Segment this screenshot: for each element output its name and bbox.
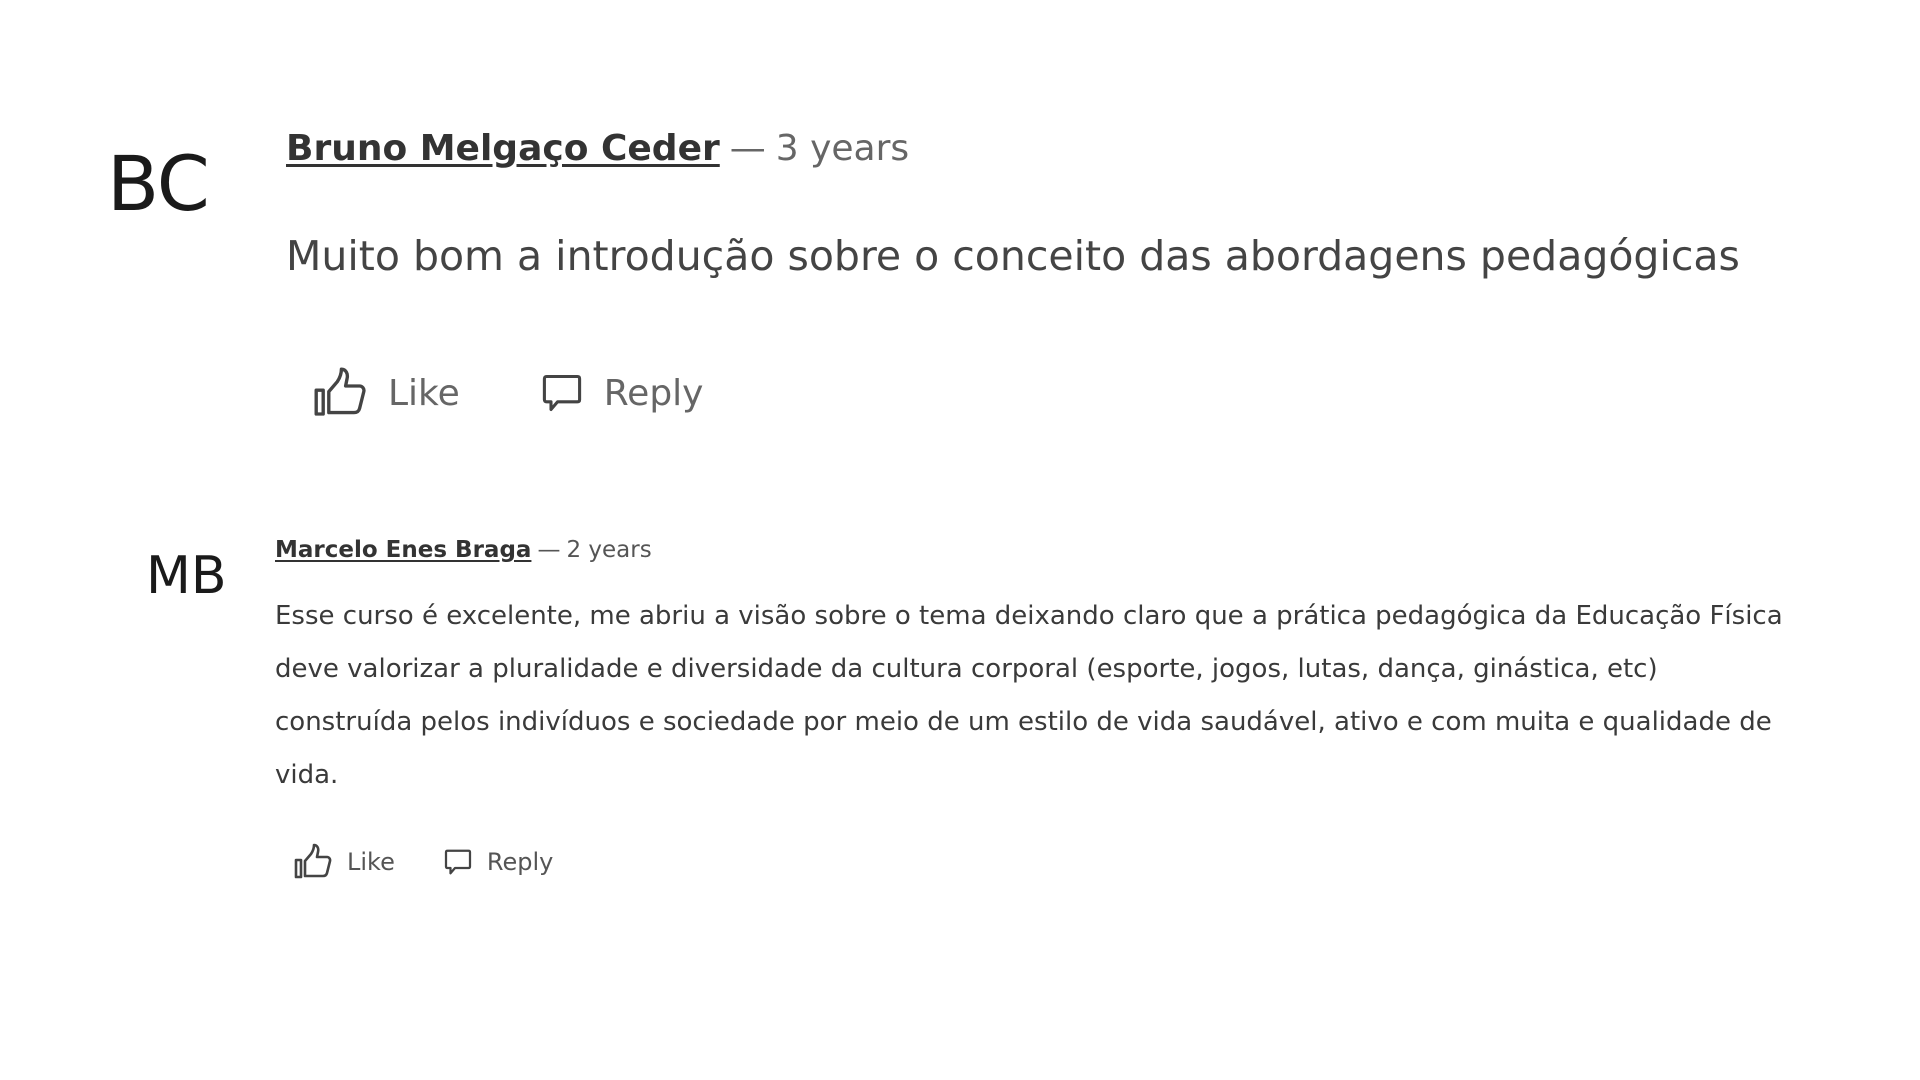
like-label: Like [347,848,395,876]
comment-meta: Marcelo Enes Braga —2 years [275,534,1815,566]
comment-body: Bruno Melgaço Ceder —3 years Muito bom a … [286,125,1846,421]
comment-meta: Bruno Melgaço Ceder —3 years [286,125,1846,173]
avatar: MB [146,546,227,606]
like-button[interactable]: Like [293,842,395,882]
like-label: Like [388,372,460,414]
comment-actions: Like Reply [293,842,1815,882]
author-link[interactable]: Bruno Melgaço Ceder [286,128,720,169]
comment-actions: Like Reply [312,365,1846,421]
comment-age: 3 years [775,128,910,169]
speech-bubble-icon [443,847,473,877]
comment-age: 2 years [566,537,652,563]
comment-body: Marcelo Enes Braga —2 years Esse curso é … [275,534,1815,882]
comment-text: Muito bom a introdução sobre o conceito … [286,232,1740,280]
reply-button[interactable]: Reply [443,847,553,877]
meta-separator: — [729,128,766,169]
reply-label: Reply [603,372,704,414]
author-link[interactable]: Marcelo Enes Braga [275,537,531,563]
thumbs-up-icon [293,842,333,882]
thumbs-up-icon [312,365,368,421]
reply-label: Reply [486,848,554,876]
like-button[interactable]: Like [312,365,460,421]
meta-separator: — [537,537,561,563]
comment-text: Esse curso é excelente, me abriu a visão… [275,601,1783,790]
comments-section: BC Bruno Melgaço Ceder —3 years Muito bom… [0,0,1920,1080]
avatar: BC [107,139,210,228]
reply-button[interactable]: Reply [540,371,704,415]
speech-bubble-icon [540,371,584,415]
